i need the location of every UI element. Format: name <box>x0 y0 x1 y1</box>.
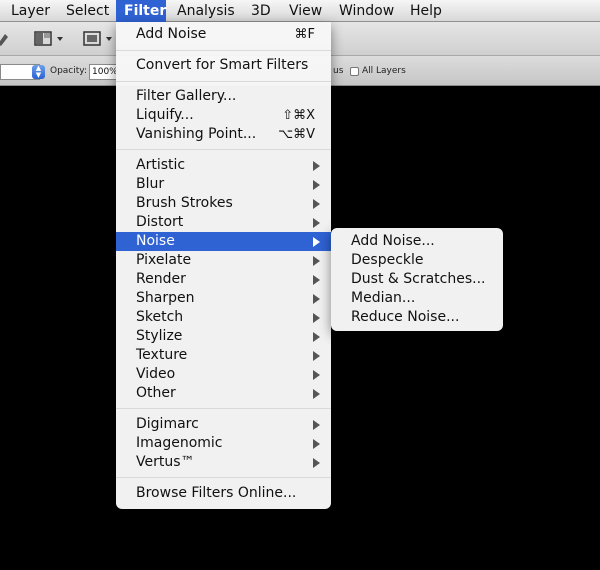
submenu-arrow-icon <box>313 218 320 228</box>
menu-item-sketch[interactable]: Sketch <box>116 308 331 327</box>
menu-item-blur[interactable]: Blur <box>116 175 331 194</box>
submenu-arrow-icon <box>313 332 320 342</box>
opacity-label: Opacity: <box>50 66 87 76</box>
submenu-arrow-icon <box>313 237 320 247</box>
submenu-arrow-icon <box>313 420 320 430</box>
submenu-arrow-icon <box>313 370 320 380</box>
submenu-arrow-icon <box>313 256 320 266</box>
menu-item-brush-strokes[interactable]: Brush Strokes <box>116 194 331 213</box>
menu-item-imagenomic[interactable]: Imagenomic <box>116 434 331 453</box>
submenu-arrow-icon <box>313 313 320 323</box>
submenu-arrow-icon <box>313 199 320 209</box>
submenu-arrow-icon <box>313 389 320 399</box>
submenu-arrow-icon <box>313 351 320 361</box>
tool-icon[interactable] <box>0 28 12 50</box>
menu-item-browse-filters-online[interactable]: Browse Filters Online... <box>116 484 331 503</box>
menu-item-vertus[interactable]: Vertus™ <box>116 453 331 472</box>
menu-bar: Layer Select Filter Analysis 3D View Win… <box>0 0 600 22</box>
submenu-arrow-icon <box>313 161 320 171</box>
all-layers-label: All Layers <box>362 66 406 76</box>
submenu-arrow-icon <box>313 275 320 285</box>
submenu-arrow-icon <box>313 439 320 449</box>
menu-separator <box>116 149 331 150</box>
menu-help[interactable]: Help <box>402 0 450 22</box>
menu-3d[interactable]: 3D <box>243 0 279 22</box>
menu-item-stylize[interactable]: Stylize <box>116 327 331 346</box>
submenu-arrow-icon <box>313 180 320 190</box>
submenu-item-dust-scratches[interactable]: Dust & Scratches... <box>331 270 503 289</box>
menu-item-liquify[interactable]: Liquify... ⇧⌘X <box>116 106 331 125</box>
sample-label: us <box>333 66 344 76</box>
menu-item-other[interactable]: Other <box>116 384 331 403</box>
menu-item-digimarc[interactable]: Digimarc <box>116 415 331 434</box>
submenu-item-median[interactable]: Median... <box>331 289 503 308</box>
menu-layer[interactable]: Layer <box>3 0 58 22</box>
submenu-item-despeckle[interactable]: Despeckle <box>331 251 503 270</box>
menu-item-convert-smart-filters[interactable]: Convert for Smart Filters <box>116 56 331 75</box>
menu-item-vanishing-point[interactable]: Vanishing Point... ⌥⌘V <box>116 125 331 144</box>
submenu-arrow-icon <box>313 458 320 468</box>
menu-window[interactable]: Window <box>331 0 402 22</box>
menu-separator <box>116 477 331 478</box>
menu-item-add-noise[interactable]: Add Noise ⌘F <box>116 25 331 44</box>
menu-select[interactable]: Select <box>58 0 117 22</box>
menu-item-texture[interactable]: Texture <box>116 346 331 365</box>
menu-item-video[interactable]: Video <box>116 365 331 384</box>
menu-separator <box>116 408 331 409</box>
screen-mode-button[interactable] <box>80 28 120 50</box>
submenu-item-add-noise[interactable]: Add Noise... <box>331 232 503 251</box>
menu-item-distort[interactable]: Distort <box>116 213 331 232</box>
menu-separator <box>116 50 331 51</box>
noise-submenu: Add Noise... Despeckle Dust & Scratches.… <box>331 228 503 331</box>
menu-analysis[interactable]: Analysis <box>169 0 243 22</box>
submenu-item-reduce-noise[interactable]: Reduce Noise... <box>331 308 503 327</box>
mode-dropdown-stepper[interactable]: ▲ ▼ <box>32 65 45 79</box>
menu-item-sharpen[interactable]: Sharpen <box>116 289 331 308</box>
menu-filter[interactable]: Filter <box>116 0 166 22</box>
menu-item-pixelate[interactable]: Pixelate <box>116 251 331 270</box>
menu-item-noise[interactable]: Noise <box>116 232 331 251</box>
menu-item-artistic[interactable]: Artistic <box>116 156 331 175</box>
menu-view[interactable]: View <box>281 0 330 22</box>
menu-separator <box>116 81 331 82</box>
arrange-documents-button[interactable] <box>32 28 68 50</box>
submenu-arrow-icon <box>313 294 320 304</box>
all-layers-checkbox[interactable] <box>350 67 359 76</box>
menu-item-render[interactable]: Render <box>116 270 331 289</box>
filter-menu: Add Noise ⌘F Convert for Smart Filters F… <box>116 22 331 509</box>
opacity-field[interactable]: 100% <box>89 64 118 80</box>
menu-item-filter-gallery[interactable]: Filter Gallery... <box>116 87 331 106</box>
